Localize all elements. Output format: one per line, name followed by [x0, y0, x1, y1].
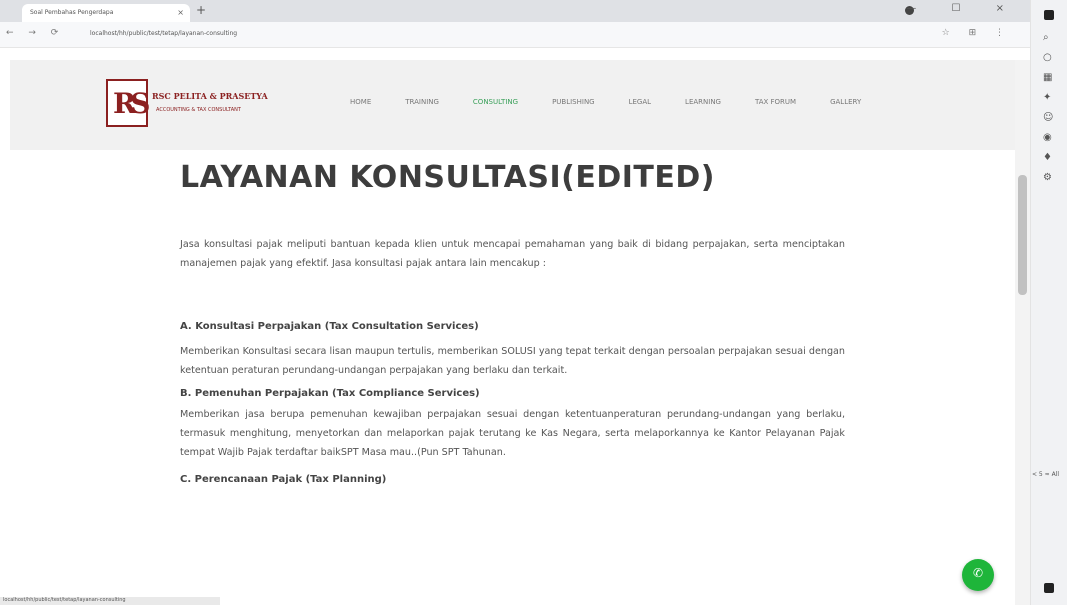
- logo-mark: RS: [113, 87, 150, 120]
- star-icon[interactable]: ✦: [1043, 92, 1051, 103]
- browser-tab[interactable]: Soal Pembahas Pengerdapa ×: [22, 4, 190, 22]
- status-bar: localhost/hh/public/test/tetap/layanan-c…: [0, 597, 220, 605]
- page-title: LAYANAN KONSULTASI(EDITED): [180, 160, 715, 195]
- circle-icon[interactable]: ○: [1043, 52, 1052, 63]
- search-icon[interactable]: ⌕: [1043, 32, 1049, 43]
- scroll-thumb[interactable]: [1018, 175, 1027, 295]
- side-app-icon[interactable]: [1044, 10, 1054, 20]
- window-controls[interactable]: — ☐ ×: [906, 3, 1020, 14]
- browser-side-panel: ⌕ ○ ▦ ✦ ☺ ◉ ♦ ⚙: [1030, 0, 1067, 605]
- section-b-body: Memberikan jasa berupa pemenuhan kewajib…: [180, 409, 845, 458]
- side-bottom-icon[interactable]: [1044, 583, 1054, 593]
- tab-close-icon[interactable]: ×: [177, 8, 184, 17]
- browser-tab-bar: Soal Pembahas Pengerdapa × + — ☐ ×: [0, 0, 1030, 22]
- tab-title: Soal Pembahas Pengerdapa: [30, 9, 114, 16]
- nav-publishing[interactable]: PUBLISHING: [552, 98, 595, 106]
- main-content: LAYANAN KONSULTASI(EDITED) Jasa konsulta…: [180, 150, 845, 485]
- section-b-heading: B. Pemenuhan Perpajakan (Tax Compliance …: [180, 388, 480, 399]
- new-tab-button[interactable]: +: [196, 3, 206, 17]
- nav-training[interactable]: TRAINING: [405, 98, 439, 106]
- intro-paragraph: Jasa konsultasi pajak meliputi bantuan k…: [180, 239, 845, 269]
- apps-icon[interactable]: ▦: [1043, 72, 1052, 83]
- nav-gallery[interactable]: GALLERY: [830, 98, 861, 106]
- nav-legal[interactable]: LEGAL: [629, 98, 651, 106]
- nav-tax-forum[interactable]: TAX FORUM: [755, 98, 796, 106]
- globe-icon[interactable]: ◉: [1043, 132, 1052, 143]
- address-bar: ← → ⟳ localhost/hh/public/test/tetap/lay…: [0, 22, 1030, 48]
- section-a-body: Memberikan Konsultasi secara lisan maupu…: [180, 346, 845, 376]
- page-scrollbar[interactable]: [1015, 60, 1030, 605]
- url-field[interactable]: localhost/hh/public/test/tetap/layanan-c…: [90, 30, 237, 37]
- nav-home[interactable]: HOME: [350, 98, 371, 106]
- logo-tagline: ACCOUNTING & TAX CONSULTANT: [156, 107, 241, 113]
- side-notes: < 5 ≈ All: [1032, 471, 1060, 478]
- url-tools[interactable]: ☆ ⊞ ⋮: [942, 28, 1012, 38]
- chat-icon: ✆: [973, 566, 984, 580]
- logo[interactable]: RS: [106, 79, 150, 127]
- people-icon[interactable]: ☺: [1043, 112, 1053, 123]
- logo-name: RSC PELITA & PRASETYA: [152, 91, 268, 101]
- nav-consulting[interactable]: CONSULTING: [473, 98, 518, 106]
- section-a-heading: A. Konsultasi Perpajakan (Tax Consultati…: [180, 321, 479, 332]
- site-header: RS RSC PELITA & PRASETYA ACCOUNTING & TA…: [10, 60, 1015, 150]
- nav-buttons[interactable]: ← → ⟳: [6, 28, 64, 38]
- settings-icon[interactable]: ⚙: [1043, 172, 1052, 183]
- shopping-icon[interactable]: ♦: [1043, 152, 1052, 163]
- nav-learning[interactable]: LEARNING: [685, 98, 721, 106]
- whatsapp-chat-button[interactable]: ✆: [962, 559, 994, 591]
- section-c-heading: C. Perencanaan Pajak (Tax Planning): [180, 474, 387, 485]
- main-nav: HOME TRAINING CONSULTING PUBLISHING LEGA…: [350, 98, 895, 106]
